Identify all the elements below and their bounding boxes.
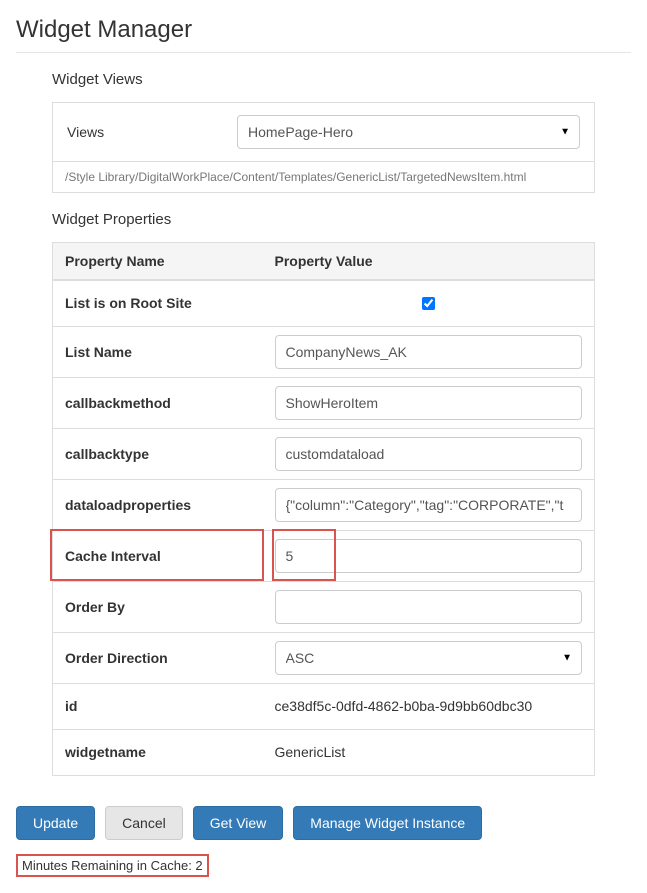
views-heading: Widget Views: [52, 71, 595, 88]
input-callbacktype[interactable]: [275, 437, 583, 471]
input-cache-interval[interactable]: [275, 539, 583, 573]
get-view-button[interactable]: Get View: [193, 806, 284, 840]
value-id: ce38df5c-0dfd-4862-b0ba-9d9bb60dbc30: [275, 698, 533, 714]
cancel-button[interactable]: Cancel: [105, 806, 183, 840]
input-callbackmethod[interactable]: [275, 386, 583, 420]
input-order-by[interactable]: [275, 590, 583, 624]
label-id: id: [53, 683, 263, 729]
col-property-name: Property Name: [53, 243, 263, 281]
row-widgetname: widgetname GenericList: [53, 729, 595, 775]
views-selector-row: Views HomePage-Hero ▼: [52, 102, 595, 162]
row-list-name: List Name: [53, 326, 595, 377]
label-root-site: List is on Root Site: [53, 280, 263, 326]
page-title: Widget Manager: [16, 16, 631, 53]
label-dataloadproperties: dataloadproperties: [53, 479, 263, 530]
select-order-direction[interactable]: ASC: [275, 641, 583, 675]
label-cache-interval: Cache Interval: [53, 530, 263, 581]
row-root-site: List is on Root Site: [53, 280, 595, 326]
value-widgetname: GenericList: [275, 744, 346, 760]
row-cache-interval: Cache Interval: [53, 530, 595, 581]
input-dataloadproperties[interactable]: [275, 488, 583, 522]
label-callbacktype: callbacktype: [53, 428, 263, 479]
col-property-value: Property Value: [263, 243, 595, 281]
row-order-direction: Order Direction ASC ▼: [53, 632, 595, 683]
action-buttons: Update Cancel Get View Manage Widget Ins…: [16, 806, 631, 840]
template-path: /Style Library/DigitalWorkPlace/Content/…: [52, 162, 595, 193]
row-id: id ce38df5c-0dfd-4862-b0ba-9d9bb60dbc30: [53, 683, 595, 729]
input-list-name[interactable]: [275, 335, 583, 369]
widget-properties-section: Widget Properties Property Name Property…: [16, 211, 631, 776]
views-label: Views: [67, 124, 217, 140]
widget-views-section: Widget Views Views HomePage-Hero ▼ /Styl…: [16, 71, 631, 193]
row-order-by: Order By: [53, 581, 595, 632]
views-select[interactable]: HomePage-Hero: [237, 115, 580, 149]
row-callbackmethod: callbackmethod: [53, 377, 595, 428]
row-callbacktype: callbacktype: [53, 428, 595, 479]
label-list-name: List Name: [53, 326, 263, 377]
label-order-direction: Order Direction: [53, 632, 263, 683]
update-button[interactable]: Update: [16, 806, 95, 840]
label-widgetname: widgetname: [53, 729, 263, 775]
row-dataloadproperties: dataloadproperties: [53, 479, 595, 530]
checkbox-root-site[interactable]: [422, 297, 435, 310]
cache-status: Minutes Remaining in Cache: 2: [16, 854, 209, 877]
label-callbackmethod: callbackmethod: [53, 377, 263, 428]
properties-heading: Widget Properties: [52, 211, 595, 228]
properties-table: Property Name Property Value List is on …: [52, 242, 595, 776]
label-order-by: Order By: [53, 581, 263, 632]
manage-widget-instance-button[interactable]: Manage Widget Instance: [293, 806, 482, 840]
